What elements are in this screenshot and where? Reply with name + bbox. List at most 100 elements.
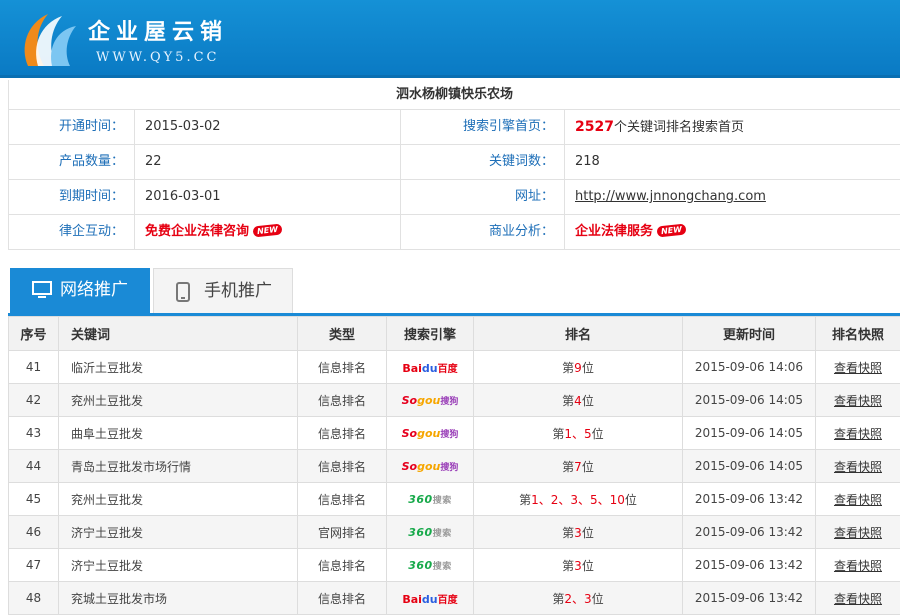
row-rank: 第7位 <box>474 450 683 483</box>
row-type: 信息排名 <box>298 582 387 615</box>
open-date-label: 开通时间： <box>9 110 135 144</box>
business-analysis-label: 商业分析： <box>401 215 565 249</box>
row-number: 45 <box>9 483 59 516</box>
view-snapshot-link[interactable]: 查看快照 <box>816 516 900 549</box>
row-keyword: 兖州土豆批发 <box>59 384 298 417</box>
expire-date-label: 到期时间： <box>9 180 135 214</box>
product-count-value: 22 <box>135 145 401 179</box>
product-count-label: 产品数量： <box>9 145 135 179</box>
keyword-total-label: 关键词数： <box>401 145 565 179</box>
search-home-label: 搜索引擎首页： <box>401 110 565 144</box>
row-rank: 第1、5位 <box>474 417 683 450</box>
col-header-no: 序号 <box>9 317 59 351</box>
row-type: 信息排名 <box>298 483 387 516</box>
info-row: 产品数量： 22 关键词数： 218 <box>9 145 900 180</box>
col-header-rank: 排名 <box>474 317 683 351</box>
keyword-count-text: 个关键词排名搜索首页 <box>614 120 744 135</box>
info-row: 开通时间： 2015-03-02 搜索引擎首页： 2527个关键词排名搜索首页 <box>9 110 900 145</box>
view-snapshot-link[interactable]: 查看快照 <box>816 384 900 417</box>
brand-name[interactable]: 企业屋云销 <box>88 14 228 46</box>
row-type: 信息排名 <box>298 417 387 450</box>
table-header-row: 序号 关键词 类型 搜索引擎 排名 更新时间 排名快照 <box>9 317 900 351</box>
row-rank: 第3位 <box>474 549 683 582</box>
col-header-updated: 更新时间 <box>683 317 816 351</box>
tab-web-promotion[interactable]: 网络推广 <box>10 268 150 313</box>
view-snapshot-link[interactable]: 查看快照 <box>816 351 900 384</box>
keyword-total-value: 218 <box>565 145 900 179</box>
table-row: 47济宁土豆批发信息排名360搜索第3位2015-09-06 13:42查看快照 <box>9 549 900 582</box>
tab-web-label: 网络推广 <box>60 280 128 300</box>
row-keyword: 济宁土豆批发 <box>59 516 298 549</box>
row-number: 42 <box>9 384 59 417</box>
view-snapshot-link[interactable]: 查看快照 <box>816 450 900 483</box>
new-badge: NEW <box>253 224 283 238</box>
row-type: 官网排名 <box>298 516 387 549</box>
row-updated-time: 2015-09-06 14:05 <box>683 384 816 417</box>
row-updated-time: 2015-09-06 13:42 <box>683 483 816 516</box>
row-engine: Baidu百度 <box>387 582 474 615</box>
col-header-type: 类型 <box>298 317 387 351</box>
row-updated-time: 2015-09-06 14:05 <box>683 417 816 450</box>
table-row: 43曲阜土豆批发信息排名 Sogou搜狗 第1、5位2015-09-06 14:05… <box>9 417 900 450</box>
row-rank: 第3位 <box>474 516 683 549</box>
legal-service-link[interactable]: 企业法律服务 <box>575 224 653 239</box>
row-keyword: 青岛土豆批发市场行情 <box>59 450 298 483</box>
new-badge: NEW <box>657 224 687 238</box>
monitor-icon <box>32 281 52 299</box>
col-header-snapshot: 排名快照 <box>816 317 900 351</box>
row-rank: 第1、2、3、5、10位 <box>474 483 683 516</box>
col-header-keyword: 关键词 <box>59 317 298 351</box>
col-header-engine: 搜索引擎 <box>387 317 474 351</box>
free-legal-consult-link[interactable]: 免费企业法律咨询 <box>145 224 249 239</box>
row-type: 信息排名 <box>298 351 387 384</box>
row-updated-time: 2015-09-06 13:42 <box>683 549 816 582</box>
baidu-logo-icon: Baidu百度 <box>402 362 457 375</box>
row-keyword: 临沂土豆批发 <box>59 351 298 384</box>
row-engine: Sogou搜狗 <box>387 417 474 450</box>
sogou-logo-icon: Sogou搜狗 <box>402 427 459 440</box>
table-row: 41临沂土豆批发信息排名Baidu百度第9位2015-09-06 14:06查看… <box>9 351 900 384</box>
info-row: 律企互动： 免费企业法律咨询 NEW 商业分析： 企业法律服务 NEW <box>9 215 900 250</box>
so360-logo-icon: 360搜索 <box>408 559 451 572</box>
site-header: 企业屋云销 WWW.QY5.CC <box>0 0 900 78</box>
row-keyword: 曲阜土豆批发 <box>59 417 298 450</box>
sogou-logo-icon: Sogou搜狗 <box>402 394 459 407</box>
baidu-logo-icon: Baidu百度 <box>402 593 457 606</box>
table-row: 42兖州土豆批发信息排名 Sogou搜狗 第4位2015-09-06 14:05查看… <box>9 384 900 417</box>
website-link[interactable]: http://www.jnnongchang.com <box>575 189 766 204</box>
view-snapshot-link[interactable]: 查看快照 <box>816 483 900 516</box>
row-engine: 360搜索 <box>387 549 474 582</box>
row-number: 44 <box>9 450 59 483</box>
legal-interaction-label: 律企互动： <box>9 215 135 249</box>
so360-logo-icon: 360搜索 <box>408 526 451 539</box>
expire-date-value: 2016-03-01 <box>135 180 401 214</box>
table-row: 48兖城土豆批发市场信息排名 Baidu百度 第2、3位2015-09-06 13:… <box>9 582 900 615</box>
view-snapshot-link[interactable]: 查看快照 <box>816 417 900 450</box>
table-row: 44青岛土豆批发市场行情信息排名Sogou搜狗第7位2015-09-06 14:… <box>9 450 900 483</box>
row-rank: 第2、3位 <box>474 582 683 615</box>
row-number: 43 <box>9 417 59 450</box>
row-rank: 第4位 <box>474 384 683 417</box>
row-keyword: 兖城土豆批发市场 <box>59 582 298 615</box>
promotion-tabs: 网络推广 手机推广 <box>8 268 900 316</box>
row-updated-time: 2015-09-06 13:42 <box>683 516 816 549</box>
row-updated-time: 2015-09-06 13:42 <box>683 582 816 615</box>
row-rank: 第9位 <box>474 351 683 384</box>
brand-url: WWW.QY5.CC <box>96 50 219 65</box>
so360-logo-icon: 360搜索 <box>408 493 451 506</box>
view-snapshot-link[interactable]: 查看快照 <box>816 582 900 615</box>
row-keyword: 济宁土豆批发 <box>59 549 298 582</box>
view-snapshot-link[interactable]: 查看快照 <box>816 549 900 582</box>
search-home-value: 2527个关键词排名搜索首页 <box>565 110 900 144</box>
row-number: 47 <box>9 549 59 582</box>
row-number: 48 <box>9 582 59 615</box>
row-type: 信息排名 <box>298 384 387 417</box>
row-keyword: 兖州土豆批发 <box>59 483 298 516</box>
info-row: 到期时间： 2016-03-01 网址： http://www.jnnongch… <box>9 180 900 215</box>
row-updated-time: 2015-09-06 14:05 <box>683 450 816 483</box>
row-type: 信息排名 <box>298 450 387 483</box>
website-label: 网址： <box>401 180 565 214</box>
keyword-ranking-table: 序号 关键词 类型 搜索引擎 排名 更新时间 排名快照 41临沂土豆批发信息排名… <box>8 316 900 615</box>
tab-mobile-promotion[interactable]: 手机推广 <box>153 268 293 313</box>
company-info-panel: 泗水杨柳镇快乐农场 开通时间： 2015-03-02 搜索引擎首页： 2527个… <box>8 80 900 250</box>
